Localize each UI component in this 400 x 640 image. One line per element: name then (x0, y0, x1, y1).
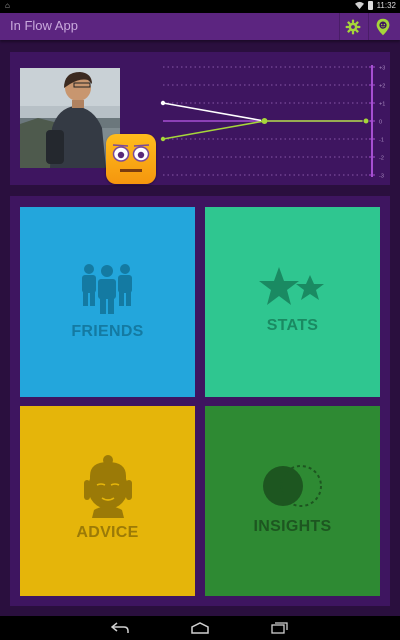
venn-circles-icon (263, 465, 322, 507)
profile-photo[interactable] (20, 68, 120, 168)
recent-apps-icon (271, 622, 288, 634)
android-notification-icon: ⌂ (5, 1, 10, 10)
mood-graph: +3 +2 +1 0 -1 -2 -3 (160, 65, 385, 179)
recent-apps-button[interactable] (268, 619, 292, 637)
stars-icon (259, 267, 324, 305)
system-nav-bar (0, 616, 400, 640)
map-pin-icon (376, 18, 390, 36)
graph-series-line (162, 102, 265, 122)
avatar-face-icon[interactable] (106, 134, 156, 184)
graph-tick-label: +1 (379, 102, 385, 108)
stats-label: STATS (266, 317, 319, 334)
tiles-panel: FRIENDS STATS ADVICE INSIGHTS (10, 196, 390, 606)
graph-data-point (160, 100, 166, 106)
status-right: 11:32 (354, 1, 396, 10)
insights-label: INSIGHTS (253, 518, 332, 535)
graph-tick-label: 0 (379, 120, 382, 126)
insights-tile[interactable]: INSIGHTS (205, 406, 380, 596)
back-button[interactable] (108, 619, 132, 637)
graph-tick-label: -2 (379, 156, 384, 162)
action-divider (368, 13, 369, 40)
graph-tick-label: -3 (379, 174, 384, 179)
friends-label: FRIENDS (71, 323, 144, 340)
app-bar: In Flow App (0, 13, 400, 40)
graph-data-point (261, 118, 268, 124)
graph-tick-label: +3 (379, 66, 385, 72)
graph-data-point (160, 136, 166, 142)
status-bar: ⌂ 11:32 (0, 0, 400, 13)
advice-label: ADVICE (76, 524, 139, 541)
stats-tile[interactable]: STATS (205, 207, 380, 397)
home-icon (191, 622, 209, 634)
graph-data-point (362, 117, 370, 125)
advice-tile[interactable]: ADVICE (20, 406, 195, 596)
action-divider (339, 13, 340, 40)
app-title: In Flow App (10, 18, 78, 33)
home-button[interactable] (188, 619, 212, 637)
people-icon (82, 264, 132, 314)
battery-icon (367, 1, 373, 10)
profile-header-panel: +3 +2 +1 0 -1 -2 -3 (10, 52, 390, 185)
status-time: 11:32 (376, 1, 396, 10)
settings-button[interactable] (342, 16, 364, 38)
face-eyes-icon (112, 144, 150, 172)
graph-tick-label: +2 (379, 84, 385, 90)
profile-photo-image (20, 68, 120, 168)
friends-tile[interactable]: FRIENDS (20, 207, 195, 397)
buddha-icon (84, 455, 132, 518)
gear-icon (345, 19, 361, 35)
back-arrow-icon (111, 622, 129, 633)
wifi-icon (354, 1, 364, 10)
graph-tick-label: -1 (379, 138, 384, 144)
location-button[interactable] (372, 16, 394, 38)
